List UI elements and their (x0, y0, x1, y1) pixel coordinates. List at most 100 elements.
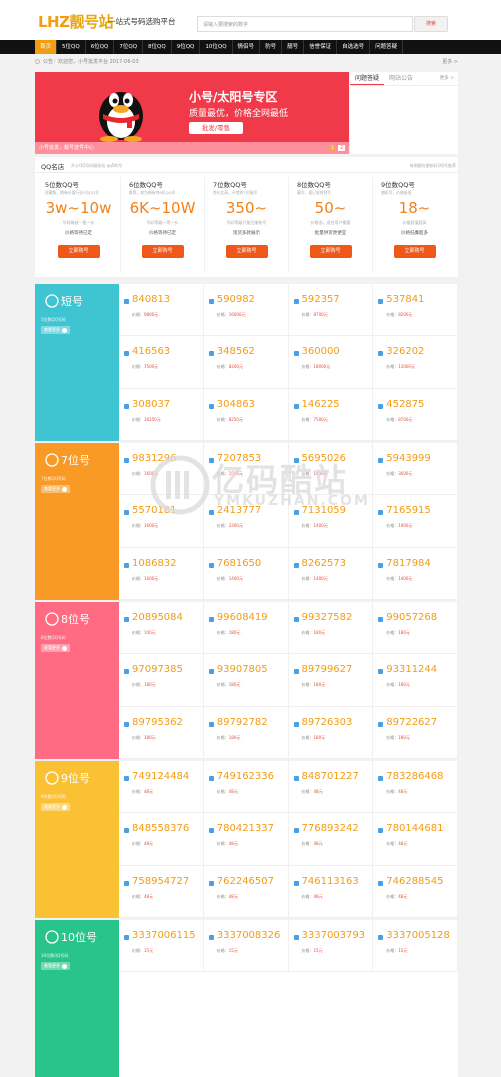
buy-now-button[interactable]: 立即购号 (57, 245, 100, 258)
number-cell[interactable]: 758954727 价格：48元 (119, 865, 204, 918)
qq-number[interactable]: 89722627 (386, 717, 437, 728)
number-cell[interactable]: 8262573 价格：1400元 (288, 547, 374, 600)
qq-number[interactable]: 3337005128 (386, 930, 450, 941)
qq-number[interactable]: 20895084 (132, 612, 183, 623)
number-cell[interactable]: 776893242 价格：48元 (288, 813, 374, 866)
number-cell[interactable]: 848701227 价格：48元 (288, 761, 374, 814)
qq-number[interactable]: 99327582 (302, 612, 353, 623)
qq-number[interactable]: 758954727 (132, 876, 189, 887)
number-cell[interactable]: 89726303 价格：180元 (288, 706, 374, 759)
number-cell[interactable]: 7817984 价格：1400元 (373, 547, 458, 600)
number-cell[interactable]: 1086832 价格：1600元 (119, 547, 204, 600)
number-cell[interactable]: 89795362 价格：180元 (119, 706, 204, 759)
qq-number[interactable]: 93311244 (386, 664, 437, 675)
qq-number[interactable]: 308037 (132, 399, 170, 410)
number-cell[interactable]: 348562 价格：8200元 (203, 336, 289, 389)
nav-item-3[interactable]: 7位QQ (114, 40, 144, 54)
number-cell[interactable]: 304863 价格：8250元 (203, 388, 289, 441)
qq-number[interactable]: 7681650 (217, 558, 262, 569)
number-cell[interactable]: 762246507 价格：48元 (203, 865, 289, 918)
number-cell[interactable]: 590982 价格：16000元 (203, 284, 289, 337)
number-cell[interactable]: 780421337 价格：48元 (203, 813, 289, 866)
qq-number[interactable]: 1086832 (132, 558, 177, 569)
number-cell[interactable]: 848558376 价格：48元 (119, 813, 204, 866)
qq-number[interactable]: 416563 (132, 346, 170, 357)
view-more-button[interactable]: 查看更多 (41, 962, 70, 970)
qq-number[interactable]: 99608419 (217, 612, 268, 623)
nav-item-6[interactable]: 10位QQ (200, 40, 233, 54)
number-cell[interactable]: 99608419 价格：180元 (203, 602, 289, 655)
qq-number[interactable]: 97097385 (132, 664, 183, 675)
qq-number[interactable]: 848701227 (302, 771, 359, 782)
qq-number[interactable]: 590982 (217, 294, 255, 305)
qq-number[interactable]: 3337003793 (302, 930, 366, 941)
number-cell[interactable]: 7681650 价格：1400元 (203, 547, 289, 600)
qq-number[interactable]: 749124484 (132, 771, 189, 782)
buy-now-button[interactable]: 立即购号 (225, 245, 268, 258)
buy-now-button[interactable]: 立即购号 (141, 245, 184, 258)
qq-number[interactable]: 592357 (302, 294, 340, 305)
notice-more-link[interactable]: 更多 > (442, 56, 458, 68)
qq-number[interactable]: 783286468 (386, 771, 443, 782)
number-cell[interactable]: 20895084 价格：100元 (119, 602, 204, 655)
search-input[interactable]: 请输入要搜索的数字 (197, 16, 413, 32)
number-cell[interactable]: 3337008326 价格：15元 (203, 920, 289, 973)
number-cell[interactable]: 146225 价格：7500元 (288, 388, 374, 441)
nav-item-12[interactable]: 问题答疑 (370, 40, 404, 54)
number-cell[interactable]: 93907805 价格：180元 (203, 654, 289, 707)
qq-number[interactable]: 99057268 (386, 612, 437, 623)
nav-item-1[interactable]: 5位QQ (57, 40, 86, 54)
number-cell[interactable]: 3337003793 价格：15元 (288, 920, 374, 973)
number-cell[interactable]: 749162336 价格：48元 (203, 761, 289, 814)
banner-page-2[interactable]: 2 (338, 145, 345, 151)
qq-number[interactable]: 89792782 (217, 717, 268, 728)
number-cell[interactable]: 592357 价格：8700元 (288, 284, 374, 337)
nav-item-5[interactable]: 9位QQ (172, 40, 201, 54)
number-cell[interactable]: 360000 价格：18000元 (288, 336, 374, 389)
qq-number[interactable]: 746113163 (302, 876, 359, 887)
qq-number[interactable]: 5943999 (386, 453, 431, 464)
number-cell[interactable]: 7165915 价格：1900元 (373, 495, 458, 548)
number-cell[interactable]: 780144681 价格：48元 (373, 813, 458, 866)
number-cell[interactable]: 89799627 价格：180元 (288, 654, 374, 707)
nav-item-0[interactable]: 首页 (35, 40, 58, 54)
side-more-link[interactable]: 更多 > (440, 75, 454, 81)
qq-number[interactable]: 89795362 (132, 717, 183, 728)
qq-number[interactable]: 776893242 (302, 823, 359, 834)
nav-item-10[interactable]: 信誉保证 (304, 40, 338, 54)
promo-banner[interactable]: 小号/太阳号专区 质量最优，价格全网最低 批发/零售 小号批发，靓号选号中心 1… (35, 72, 349, 154)
qq-number[interactable]: 537841 (386, 294, 424, 305)
nav-item-11[interactable]: 自选选号 (337, 40, 371, 54)
banner-button[interactable]: 批发/零售 (189, 122, 243, 134)
qq-number[interactable]: 848558376 (132, 823, 189, 834)
number-cell[interactable]: 99327582 价格：180元 (288, 602, 374, 655)
qq-number[interactable]: 360000 (302, 346, 340, 357)
number-cell[interactable]: 537841 价格：8200元 (373, 284, 458, 337)
qq-number[interactable]: 326202 (386, 346, 424, 357)
number-cell[interactable]: 89792782 价格：180元 (203, 706, 289, 759)
banner-page-1[interactable]: 1 (329, 145, 336, 151)
qq-number[interactable]: 840813 (132, 294, 170, 305)
view-more-button[interactable]: 查看更多 (41, 326, 70, 334)
number-cell[interactable]: 746113163 价格：48元 (288, 865, 374, 918)
number-cell[interactable]: 308037 价格：16250元 (119, 388, 204, 441)
view-more-button[interactable]: 查看更多 (41, 485, 70, 493)
qq-number[interactable]: 746288545 (386, 876, 443, 887)
number-cell[interactable]: 326202 价格：13000元 (373, 336, 458, 389)
number-cell[interactable]: 5943999 价格：3600元 (373, 443, 458, 496)
number-cell[interactable]: 840813 价格：9800元 (119, 284, 204, 337)
view-more-button[interactable]: 查看更多 (41, 644, 70, 652)
qq-number[interactable]: 93907805 (217, 664, 268, 675)
number-cell[interactable]: 3337006115 价格：15元 (119, 920, 204, 973)
qq-number[interactable]: 452875 (386, 399, 424, 410)
qq-number[interactable]: 8262573 (302, 558, 347, 569)
view-more-button[interactable]: 查看更多 (41, 803, 70, 811)
qq-number[interactable]: 7817984 (386, 558, 431, 569)
qq-number[interactable]: 749162336 (217, 771, 274, 782)
nav-item-2[interactable]: 6位QQ (86, 40, 115, 54)
qq-number[interactable]: 780144681 (386, 823, 443, 834)
buy-now-button[interactable]: 立即购号 (309, 245, 352, 258)
qq-number[interactable]: 89799627 (302, 664, 353, 675)
number-cell[interactable]: 452875 价格：8700元 (373, 388, 458, 441)
qq-number[interactable]: 7165915 (386, 505, 431, 516)
